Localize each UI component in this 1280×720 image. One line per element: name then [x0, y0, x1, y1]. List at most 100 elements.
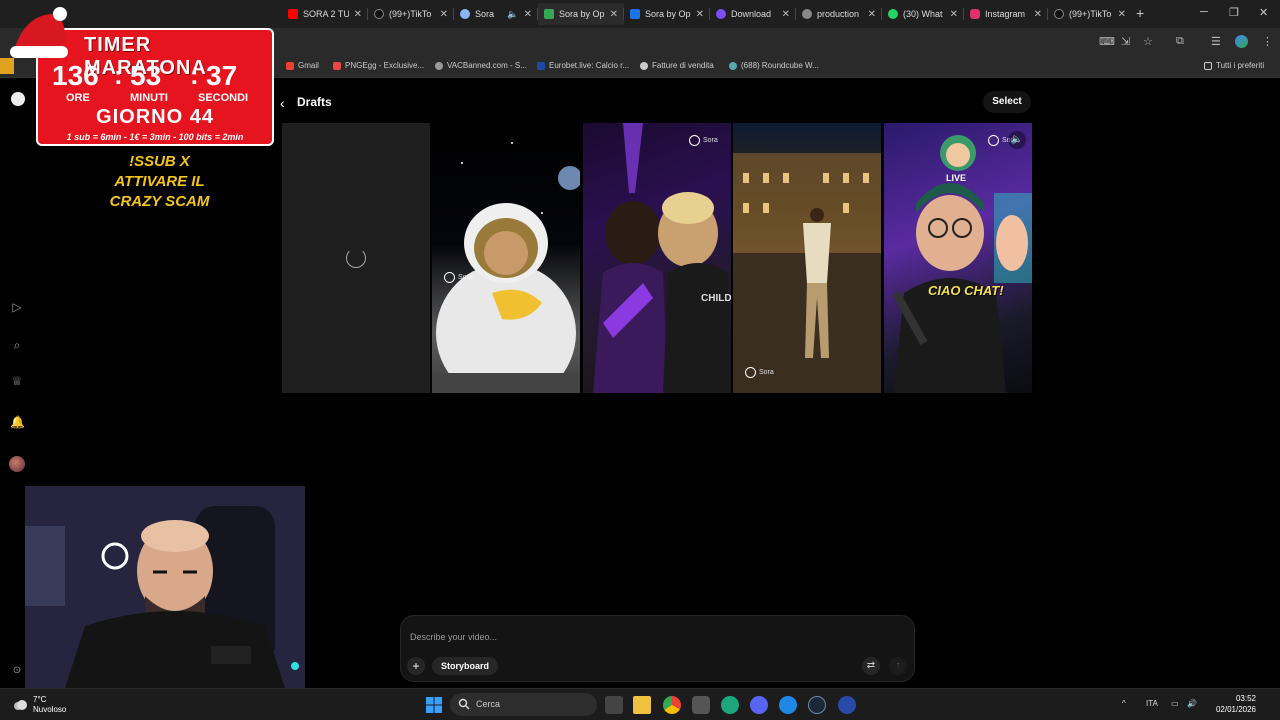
app-icon[interactable] [838, 696, 856, 714]
browser-tab[interactable]: Instagram ✕ [964, 3, 1048, 25]
app-icon[interactable] [779, 696, 797, 714]
system-clock[interactable]: 03:52 02/01/2026 [1204, 693, 1256, 715]
bookmark-item[interactable]: PNGEgg - Exclusive... [333, 61, 424, 70]
restore-icon[interactable]: ❐ [1229, 6, 1239, 19]
discord-icon[interactable] [750, 696, 768, 714]
search-icon[interactable]: ⌕ [10, 338, 24, 352]
chrome-icon[interactable] [663, 696, 681, 714]
draft-card[interactable] [282, 123, 430, 393]
globe-icon [435, 61, 443, 70]
sora-watermark: Sora [689, 135, 718, 146]
promo-text: !SSUB X ATTIVARE IL CRAZY SCAM [92, 152, 227, 212]
browser-tab[interactable]: Sora by Op ✕ [538, 3, 624, 25]
draft-thumbnail-piazza [733, 153, 881, 393]
browser-tab[interactable]: SORA 2 TU ✕ [282, 3, 368, 25]
mute-icon[interactable]: 🔈 [1008, 131, 1026, 149]
windows-start-icon[interactable] [425, 696, 443, 714]
translate-icon[interactable]: ⌨ [1099, 35, 1115, 48]
close-icon[interactable]: ✕ [440, 9, 448, 20]
xbox-icon[interactable] [721, 696, 739, 714]
bookmark-item[interactable]: Fatture di vendita [640, 61, 714, 70]
prompt-input[interactable] [410, 630, 890, 644]
promo-line: !SSUB X [129, 153, 190, 170]
app-icon[interactable] [692, 696, 710, 714]
volume-icon[interactable]: 🔊 [1187, 699, 1197, 708]
close-icon[interactable]: ✕ [1034, 9, 1042, 20]
task-view-icon[interactable] [605, 696, 623, 714]
tray-chevron-icon[interactable]: ^ [1122, 699, 1126, 708]
close-window-icon[interactable]: ✕ [1259, 6, 1268, 19]
clock-date: 02/01/2026 [1215, 705, 1256, 714]
bookmark-item[interactable]: VACBanned.com - S... [435, 61, 527, 70]
close-icon[interactable]: ✕ [524, 9, 532, 20]
close-icon[interactable]: ✕ [354, 9, 362, 20]
settings-icon[interactable]: ⊙ [10, 664, 24, 678]
close-icon[interactable]: ✕ [696, 9, 704, 20]
video-caption: CIAO CHAT! [928, 283, 1004, 298]
select-button[interactable]: Select [983, 91, 1031, 113]
bookmark-item[interactable]: Eurobet.live: Calcio r... [537, 61, 629, 70]
profile-avatar[interactable] [9, 456, 25, 472]
add-attachment-button[interactable]: + [407, 657, 425, 675]
draft-card[interactable]: CHILD Sora [583, 123, 731, 393]
draft-card[interactable]: LIVE CIAO CHAT! Sora 🔈 [884, 123, 1032, 393]
play-icon[interactable]: ▷ [10, 300, 24, 314]
bookmark-label: Eurobet.live: Calcio r... [549, 61, 630, 70]
language-indicator[interactable]: ITA [1146, 699, 1158, 708]
speaker-icon[interactable]: 🔈 [507, 9, 518, 20]
bookmark-label: PNGEgg - Exclusive... [345, 61, 425, 70]
network-icon[interactable]: ▭ [1171, 699, 1179, 708]
weather-widget[interactable]: 7°C Nuvoloso [33, 695, 66, 715]
install-icon[interactable]: ⇲ [1121, 35, 1130, 48]
timer-minutes-label: MINUTI [130, 92, 168, 104]
browser-tab[interactable]: Sora by Op ✕ [624, 3, 710, 25]
draft-card[interactable]: Sora [432, 123, 580, 393]
close-icon[interactable]: ✕ [950, 9, 958, 20]
send-button[interactable]: ↑ [889, 657, 907, 675]
browser-tab[interactable]: (99+)TikTo ✕ [1048, 3, 1132, 25]
browser-tab[interactable]: (30) What ✕ [882, 3, 964, 25]
close-icon[interactable]: ✕ [868, 9, 876, 20]
youtube-icon [288, 9, 298, 19]
clock-time: 03:52 [1235, 694, 1256, 703]
tab-title: Sora [475, 9, 495, 19]
profile-avatar[interactable] [1235, 35, 1248, 48]
shirt-text: CHILD [701, 293, 731, 304]
storyboard-button[interactable]: Storyboard [432, 657, 499, 675]
folder-icon [1204, 61, 1212, 70]
reading-list-icon[interactable]: ☰ [1211, 35, 1221, 48]
sora-watermark: Sora [444, 272, 473, 283]
all-bookmarks[interactable]: Tutti i preferiti [1204, 61, 1264, 70]
close-icon[interactable]: ✕ [782, 9, 790, 20]
back-chevron-icon[interactable]: ‹ [280, 95, 285, 111]
trophy-icon[interactable]: ♕ [10, 374, 24, 388]
tab-title: (99+)TikTo [389, 9, 432, 19]
globe-icon [802, 9, 812, 19]
bookmark-item[interactable]: (688) Roundcube W... [729, 61, 819, 70]
gmail-icon [286, 61, 294, 70]
browser-tab[interactable]: (99+)TikTo ✕ [368, 3, 454, 25]
browser-tab-active[interactable]: Sora 🔈 ✕ [454, 3, 538, 25]
sora-icon [460, 9, 470, 19]
browser-tab[interactable]: production ✕ [796, 3, 882, 25]
file-explorer-icon[interactable] [633, 696, 651, 714]
menu-icon[interactable]: ⋮ [1262, 35, 1273, 48]
timer-separator: : [114, 60, 123, 90]
new-tab-button[interactable]: + [1136, 5, 1144, 21]
bell-icon[interactable]: 🔔 [10, 415, 25, 429]
steam-icon[interactable] [808, 696, 826, 714]
search-icon [458, 698, 470, 710]
bookmark-star-icon[interactable]: ☆ [1143, 35, 1153, 48]
settings-sliders-button[interactable]: ⇄ [862, 657, 880, 675]
close-icon[interactable]: ✕ [610, 9, 618, 20]
taskbar-search[interactable]: Cerca [450, 693, 597, 716]
bookmark-item[interactable]: Gmail [286, 61, 319, 70]
close-icon[interactable]: ✕ [1118, 9, 1126, 20]
draft-card[interactable]: Sora [733, 123, 881, 393]
tiktok-icon [374, 9, 384, 19]
timer-minutes: 53 [130, 60, 162, 91]
minimize-icon[interactable]: ─ [1200, 6, 1208, 18]
timer-separator: : [190, 60, 199, 90]
extensions-icon[interactable]: ⧉ [1176, 35, 1184, 48]
browser-tab[interactable]: Download ✕ [710, 3, 796, 25]
